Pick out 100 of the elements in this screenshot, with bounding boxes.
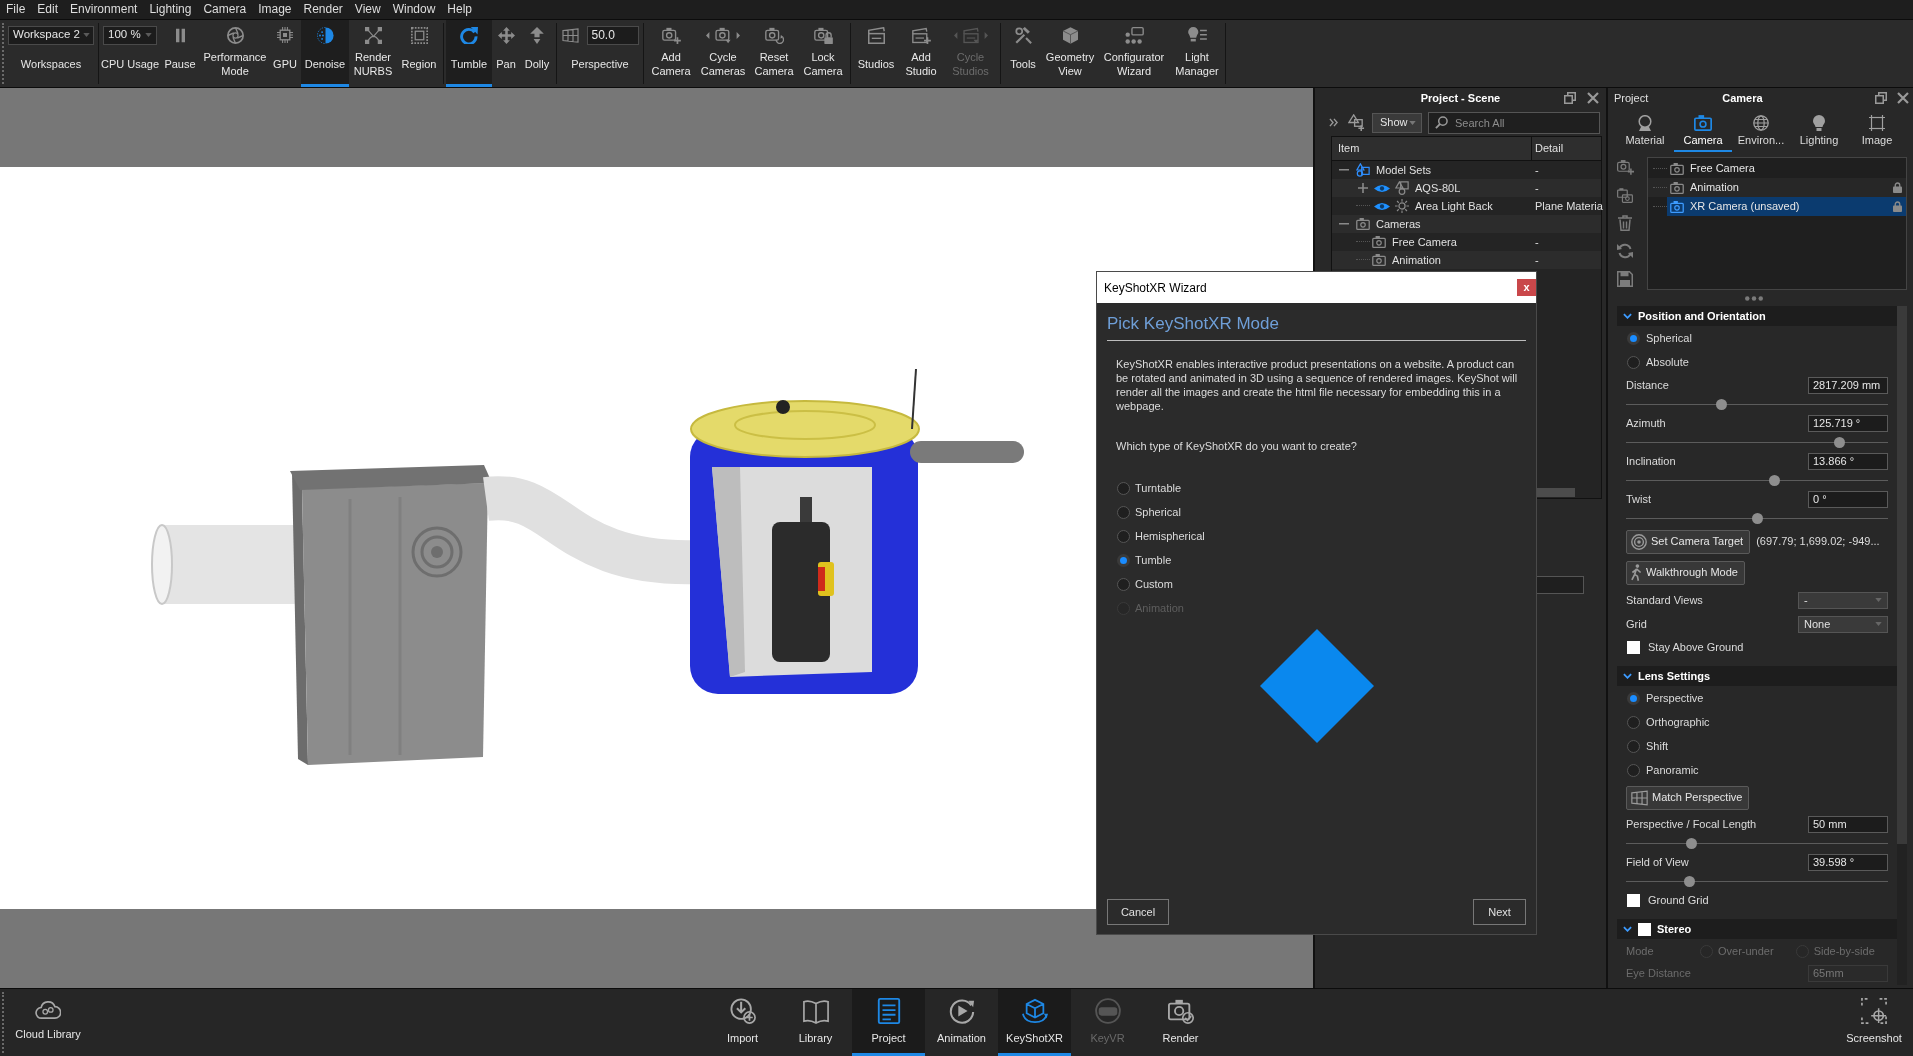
radio-button[interactable] (1117, 505, 1130, 519)
cpu-usage-dropdown[interactable]: 100 % (103, 25, 157, 45)
dock-tab[interactable]: Project (852, 989, 925, 1056)
add-studio-button[interactable]: Add Studio (899, 20, 943, 87)
slider-track[interactable] (1626, 474, 1888, 486)
slider-thumb[interactable] (1716, 398, 1728, 410)
value-field[interactable]: 125.719 ° (1808, 414, 1888, 432)
action-button[interactable]: Match Perspective (1626, 785, 1750, 810)
slider-track[interactable] (1626, 837, 1888, 849)
column-header[interactable]: Detail (1532, 137, 1601, 160)
close-icon[interactable] (1587, 92, 1599, 104)
section-header[interactable]: Stereo (1617, 919, 1897, 939)
radio-button[interactable] (1117, 553, 1130, 567)
value-field[interactable]: 2817.209 mm (1808, 376, 1888, 394)
camera-plus-icon[interactable] (1616, 159, 1634, 175)
action-button[interactable]: Set Camera Target (1626, 529, 1751, 554)
menu-item[interactable]: Lighting (143, 0, 198, 19)
radio-button[interactable] (1627, 355, 1640, 369)
radio-button[interactable] (1627, 715, 1640, 729)
slider-track[interactable] (1626, 436, 1888, 448)
eye-icon[interactable] (1374, 183, 1390, 193)
menu-item[interactable]: View (348, 0, 387, 19)
eye-icon[interactable] (1374, 201, 1390, 211)
tree-item-label[interactable]: Area Light Back (1415, 197, 1493, 215)
radio-button[interactable] (1627, 691, 1640, 705)
radio-button[interactable] (1117, 577, 1130, 591)
render-nurbs-button[interactable]: Render NURBS (349, 20, 397, 87)
value-field[interactable]: 0 ° (1808, 490, 1888, 508)
cloud-library-button[interactable]: Cloud Library (8, 989, 88, 1056)
float-window-icon[interactable] (1564, 92, 1576, 104)
dropdown[interactable]: None (1798, 615, 1888, 633)
dropdown[interactable]: - (1798, 591, 1888, 609)
screenshot-button[interactable]: Screenshot (1838, 989, 1910, 1056)
menu-item[interactable]: File (0, 0, 32, 19)
lock-camera-button[interactable]: Lock Camera (798, 20, 848, 87)
tree-item-label[interactable]: Cameras (1376, 215, 1421, 233)
panel-tab[interactable]: Lighting (1790, 109, 1848, 152)
performance-mode-button[interactable]: Performance Mode (201, 20, 269, 87)
tools-button[interactable]: Tools (1003, 20, 1043, 87)
dock-tab[interactable]: Library (779, 989, 852, 1056)
checkbox[interactable] (1638, 922, 1651, 936)
close-button[interactable]: x (1517, 279, 1536, 296)
tree-item-label[interactable]: Free Camera (1392, 233, 1457, 251)
tree-item-label[interactable]: AQS-80L (1415, 179, 1461, 197)
pan-button[interactable]: Pan (492, 20, 520, 87)
panel-tab[interactable]: Camera (1674, 109, 1732, 152)
checkbox[interactable] (1627, 641, 1640, 654)
column-header[interactable]: Item (1332, 137, 1532, 160)
slider-track[interactable] (1626, 512, 1888, 524)
value-field[interactable]: 13.866 ° (1808, 452, 1888, 470)
menu-item[interactable]: Render (297, 0, 349, 19)
slider-track[interactable] (1626, 875, 1888, 887)
section-header[interactable]: Position and Orientation (1617, 306, 1897, 326)
dialog-button[interactable]: Next (1473, 899, 1526, 925)
radio-button[interactable] (1117, 481, 1130, 495)
gpu-button[interactable]: GPU (269, 20, 301, 87)
dock-tab[interactable]: Import (706, 989, 779, 1056)
perspective-grid-icon[interactable] (561, 27, 579, 43)
menu-item[interactable]: Image (252, 0, 298, 19)
panel-tab[interactable]: Image (1848, 109, 1906, 152)
refresh-icon[interactable] (1617, 243, 1633, 259)
reset-camera-button[interactable]: Reset Camera (750, 20, 798, 87)
geometry-view-button[interactable]: Geometry View (1043, 20, 1097, 87)
close-icon[interactable] (1897, 92, 1909, 104)
workspace-dropdown[interactable]: Workspace 2 (8, 25, 94, 45)
light-manager-button[interactable]: Light Manager (1171, 20, 1223, 87)
trash-icon[interactable] (1618, 215, 1632, 231)
tree-item-label[interactable]: Model Sets (1376, 161, 1432, 179)
search-field[interactable]: Search All (1428, 111, 1600, 134)
slider-thumb[interactable] (1769, 474, 1781, 486)
cycle-cameras-button[interactable]: Cycle Cameras (696, 20, 750, 87)
drag-handle-icon[interactable] (1745, 296, 1763, 301)
studios-button[interactable]: Studios (853, 20, 899, 87)
panel-tab[interactable]: Material (1616, 109, 1674, 152)
dock-tab[interactable]: Render (1144, 989, 1217, 1056)
camera-list-item[interactable]: XR Camera (unsaved) (1667, 197, 1906, 216)
denoise-button[interactable]: Denoise (301, 20, 349, 87)
radio-button[interactable] (1627, 763, 1640, 777)
slider-track[interactable] (1626, 398, 1888, 410)
radio-button[interactable] (1627, 739, 1640, 753)
dialog-button[interactable]: Cancel (1107, 899, 1169, 925)
action-button[interactable]: Walkthrough Mode (1626, 560, 1745, 585)
slider-thumb[interactable] (1686, 837, 1698, 849)
section-header[interactable]: Lens Settings (1617, 666, 1897, 686)
radio-button[interactable] (1117, 529, 1130, 543)
double-chevron-icon[interactable] (1329, 118, 1338, 127)
float-window-icon[interactable] (1875, 92, 1887, 104)
menu-item[interactable]: Window (386, 0, 442, 19)
camera-copy-icon[interactable] (1617, 187, 1633, 203)
menu-item[interactable]: Help (441, 0, 479, 19)
dock-tab[interactable]: KeyShotXR (998, 989, 1071, 1056)
menu-item[interactable]: Camera (197, 0, 253, 19)
vertical-scrollbar[interactable] (1897, 306, 1907, 985)
tumble-button[interactable]: Tumble (446, 20, 492, 87)
panel-tab[interactable]: Environ... (1732, 109, 1790, 152)
menu-item[interactable]: Environment (64, 0, 144, 19)
dock-tab[interactable]: Animation (925, 989, 998, 1056)
configurator-wizard-button[interactable]: Configurator Wizard (1097, 20, 1171, 87)
slider-thumb[interactable] (1683, 875, 1695, 887)
add-camera-button[interactable]: Add Camera (646, 20, 696, 87)
